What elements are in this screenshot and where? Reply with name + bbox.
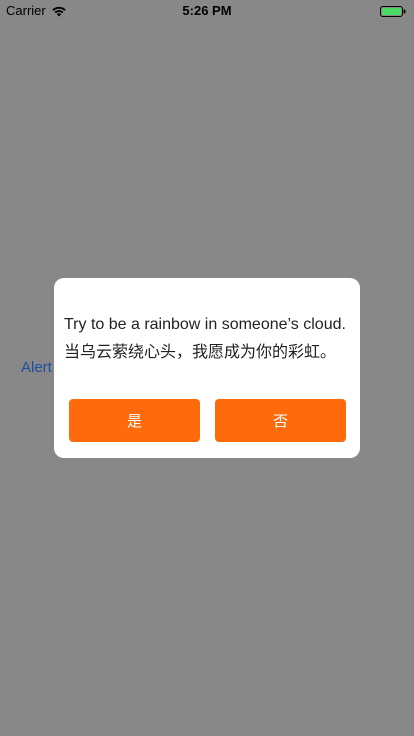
- battery-icon: [380, 5, 406, 17]
- alert-dialog: Try to be a rainbow in someone’s cloud. …: [54, 278, 360, 458]
- dialog-message: Try to be a rainbow in someone’s cloud. …: [64, 311, 354, 367]
- no-button[interactable]: 否: [215, 399, 346, 442]
- dialog-message-line-english: Try to be a rainbow in someone’s cloud.: [64, 316, 346, 333]
- status-bar: Carrier 5:26 PM: [0, 0, 414, 20]
- status-time: 5:26 PM: [182, 3, 232, 18]
- yes-button[interactable]: 是: [69, 399, 200, 442]
- alert-link[interactable]: Alert: [21, 359, 52, 376]
- dialog-message-line-chinese: 当乌云萦绕心头，我愿成为你的彩虹。: [64, 344, 337, 361]
